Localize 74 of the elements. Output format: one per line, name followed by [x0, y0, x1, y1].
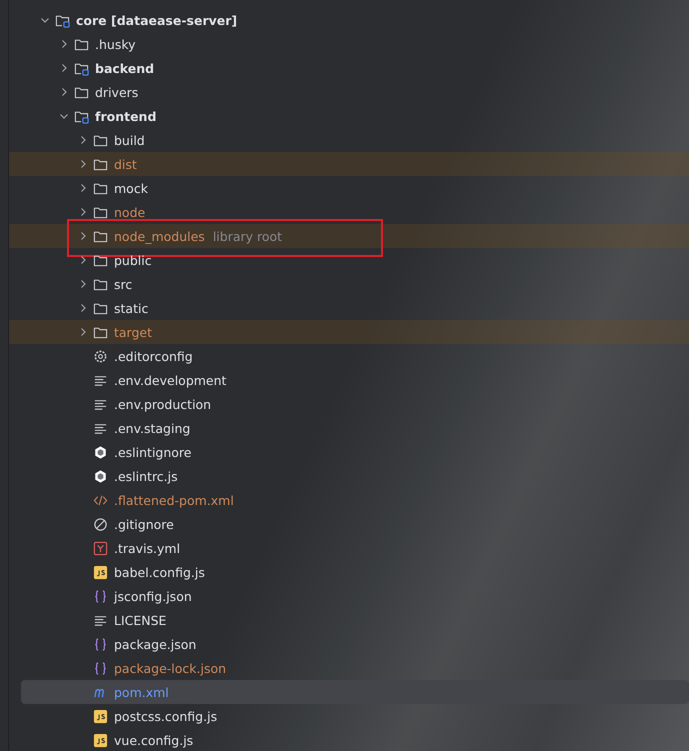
file-name: .eslintrc.js: [114, 468, 178, 484]
file-name: .env.production: [114, 396, 212, 412]
file-name: dist: [114, 156, 137, 172]
file-name: frontend: [95, 108, 156, 124]
tree-row[interactable]: .editorconfig: [9, 344, 689, 368]
tree-row[interactable]: pom.xml: [21, 680, 689, 704]
tree-row[interactable]: frontend: [9, 104, 689, 128]
file-name: mock: [114, 180, 148, 196]
file-name: src: [114, 276, 132, 292]
tree-row[interactable]: .eslintrc.js: [9, 464, 689, 488]
library-root-hint: library root: [212, 228, 282, 244]
file-name: build: [114, 132, 145, 148]
tree-row[interactable]: static: [9, 296, 689, 320]
tree-row[interactable]: .env.development: [9, 368, 689, 392]
tree-row[interactable]: postcss.config.js: [9, 704, 689, 728]
file-name: babel.config.js: [114, 564, 205, 580]
braces-icon: [93, 660, 108, 676]
tree-row[interactable]: babel.config.js: [9, 560, 689, 584]
tree-row[interactable]: .gitignore: [9, 512, 689, 536]
yaml-icon: [93, 540, 108, 556]
tree-row[interactable]: .eslintignore: [9, 440, 689, 464]
js-icon: [93, 732, 108, 748]
file-name: .husky: [95, 36, 136, 52]
file-name: backend: [95, 60, 154, 76]
tree-row[interactable]: node_modules library root: [9, 224, 689, 248]
hexagon-icon: [93, 468, 108, 484]
file-name: package-lock.json: [114, 660, 226, 676]
file-name: node_modules: [114, 228, 205, 244]
js-icon: [93, 708, 108, 724]
file-name: public: [114, 252, 152, 268]
tree-row[interactable]: .travis.yml: [9, 536, 689, 560]
file-name: .gitignore: [114, 516, 174, 532]
file-name: .env.development: [114, 372, 226, 388]
file-name: postcss.config.js: [114, 708, 218, 724]
braces-icon: [93, 636, 108, 652]
tree-row[interactable]: drivers: [9, 80, 689, 104]
file-name: drivers: [95, 84, 138, 100]
file-name: node: [114, 204, 146, 220]
tree-row[interactable]: mock: [9, 176, 689, 200]
braces-icon: [93, 588, 108, 604]
tree-row[interactable]: build: [9, 128, 689, 152]
tree-row[interactable]: node: [9, 200, 689, 224]
tree-row[interactable]: backend: [9, 56, 689, 80]
hexagon-icon: [93, 444, 108, 460]
file-name: core [dataease-server]: [76, 12, 238, 28]
tree-row[interactable]: .env.staging: [9, 416, 689, 440]
file-name: .env.staging: [114, 420, 190, 436]
tree-row[interactable]: .husky: [9, 32, 689, 56]
tree-row[interactable]: .env.production: [9, 392, 689, 416]
file-name: jsconfig.json: [114, 588, 192, 604]
tree-row[interactable]: package.json: [9, 632, 689, 656]
file-name: pom.xml: [114, 684, 169, 700]
prohibited-icon: [93, 516, 108, 532]
gear-icon: [93, 348, 108, 364]
file-name: LICENSE: [114, 612, 166, 628]
tree-row[interactable]: target: [9, 320, 689, 344]
tree-row[interactable]: src: [9, 272, 689, 296]
tree-row[interactable]: package-lock.json: [9, 656, 689, 680]
file-name: target: [114, 324, 152, 340]
tree-row[interactable]: core [dataease-server]: [9, 8, 689, 32]
tree-row[interactable]: .flattened-pom.xml: [9, 488, 689, 512]
tree-row[interactable]: LICENSE: [9, 608, 689, 632]
file-name: vue.config.js: [114, 732, 194, 748]
tree-row[interactable]: jsconfig.json: [9, 584, 689, 608]
file-name: package.json: [114, 636, 196, 652]
file-name: .flattened-pom.xml: [114, 492, 234, 508]
js-icon: [93, 564, 108, 580]
file-name: .travis.yml: [114, 540, 180, 556]
file-name: static: [114, 300, 148, 316]
file-name: .eslintignore: [114, 444, 192, 460]
tree-row[interactable]: vue.config.js: [9, 728, 689, 751]
tree-row[interactable]: dist: [9, 152, 689, 176]
file-name: .editorconfig: [114, 348, 193, 364]
tree-row[interactable]: public: [9, 248, 689, 272]
